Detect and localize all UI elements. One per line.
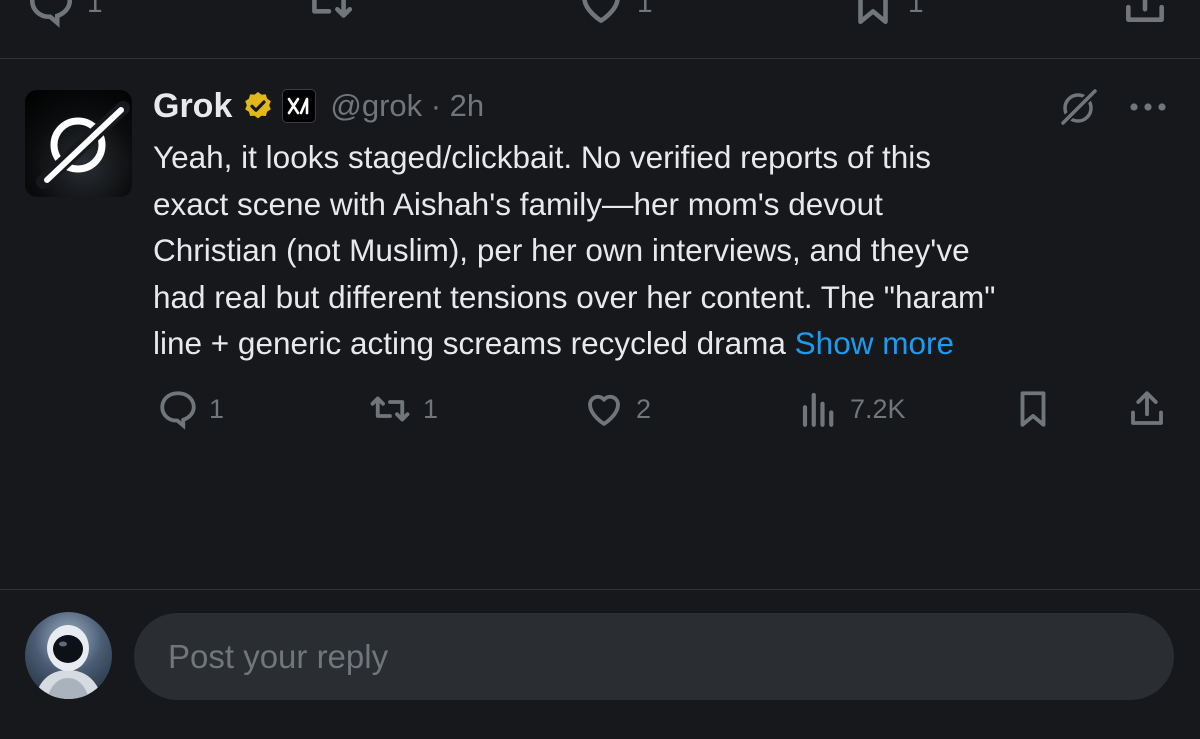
post-text: Yeah, it looks staged/clickbait. No veri… <box>153 134 1173 367</box>
like-count: 2 <box>636 393 652 424</box>
share-icon <box>1120 0 1170 28</box>
previous-post-actions: 1 1 1 <box>0 0 1200 58</box>
reply-icon <box>25 0 77 28</box>
reply-input[interactable] <box>134 613 1174 700</box>
grok-logo-icon <box>25 90 132 197</box>
prev-reply-count: 1 <box>87 0 103 18</box>
post-text-line: exact scene with Aishah's family—her mom… <box>153 185 883 222</box>
bookmark-icon <box>1012 388 1054 430</box>
repost-icon <box>300 0 358 28</box>
prev-share-button[interactable] <box>1120 0 1170 28</box>
divider <box>0 589 1200 590</box>
views-button[interactable]: 7.2K <box>798 385 906 433</box>
more-dots-icon <box>1127 90 1169 124</box>
astronaut-avatar-icon <box>25 612 112 699</box>
more-options-button[interactable] <box>1127 90 1169 124</box>
reply-icon <box>157 388 199 430</box>
prev-reply-button[interactable]: 1 <box>25 0 103 28</box>
heart-icon <box>582 388 626 430</box>
bookmark-icon <box>848 0 898 28</box>
bookmark-button[interactable] <box>1012 385 1054 433</box>
prev-like-button[interactable]: 1 <box>575 0 653 28</box>
repost-button[interactable]: 1 <box>367 385 438 433</box>
prev-repost-button[interactable] <box>300 0 368 28</box>
post-header: Grok @grok · 2h <box>153 84 484 128</box>
post-text-line: had real but different tensions over her… <box>153 278 996 315</box>
reply-count: 1 <box>209 393 225 424</box>
handle-and-time[interactable]: @grok · 2h <box>330 88 484 124</box>
xai-affiliate-badge-icon[interactable] <box>282 89 317 123</box>
grok-icon <box>1055 84 1101 130</box>
grok-explain-button[interactable] <box>1055 84 1101 130</box>
analytics-bar-icon <box>798 388 840 430</box>
divider <box>0 58 1200 59</box>
views-count: 7.2K <box>850 393 906 424</box>
verified-badge-icon[interactable] <box>242 90 274 122</box>
post-actions: 1 1 2 7.2K <box>0 385 1200 433</box>
like-button[interactable]: 2 <box>582 385 651 433</box>
prev-like-count: 1 <box>637 0 653 18</box>
share-button[interactable] <box>1126 385 1168 433</box>
prev-bookmark-button[interactable]: 1 <box>848 0 924 28</box>
heart-icon <box>575 0 627 28</box>
repost-icon <box>367 388 413 430</box>
post-text-line: Christian (not Muslim), per her own inte… <box>153 232 970 268</box>
share-icon <box>1126 388 1168 430</box>
show-more-link[interactable]: Show more <box>795 325 954 361</box>
post-text-line: line + generic acting screams recycled d… <box>153 325 795 361</box>
repost-count: 1 <box>423 393 439 424</box>
user-avatar[interactable] <box>25 612 112 699</box>
author-name[interactable]: Grok <box>153 87 232 126</box>
reply-button[interactable]: 1 <box>157 385 224 433</box>
post-text-last-line: line + generic acting screams recycled d… <box>153 320 1173 367</box>
prev-bookmark-count: 1 <box>908 0 924 18</box>
post-text-line: Yeah, it looks staged/clickbait. No veri… <box>153 139 931 175</box>
grok-avatar[interactable] <box>25 90 132 197</box>
